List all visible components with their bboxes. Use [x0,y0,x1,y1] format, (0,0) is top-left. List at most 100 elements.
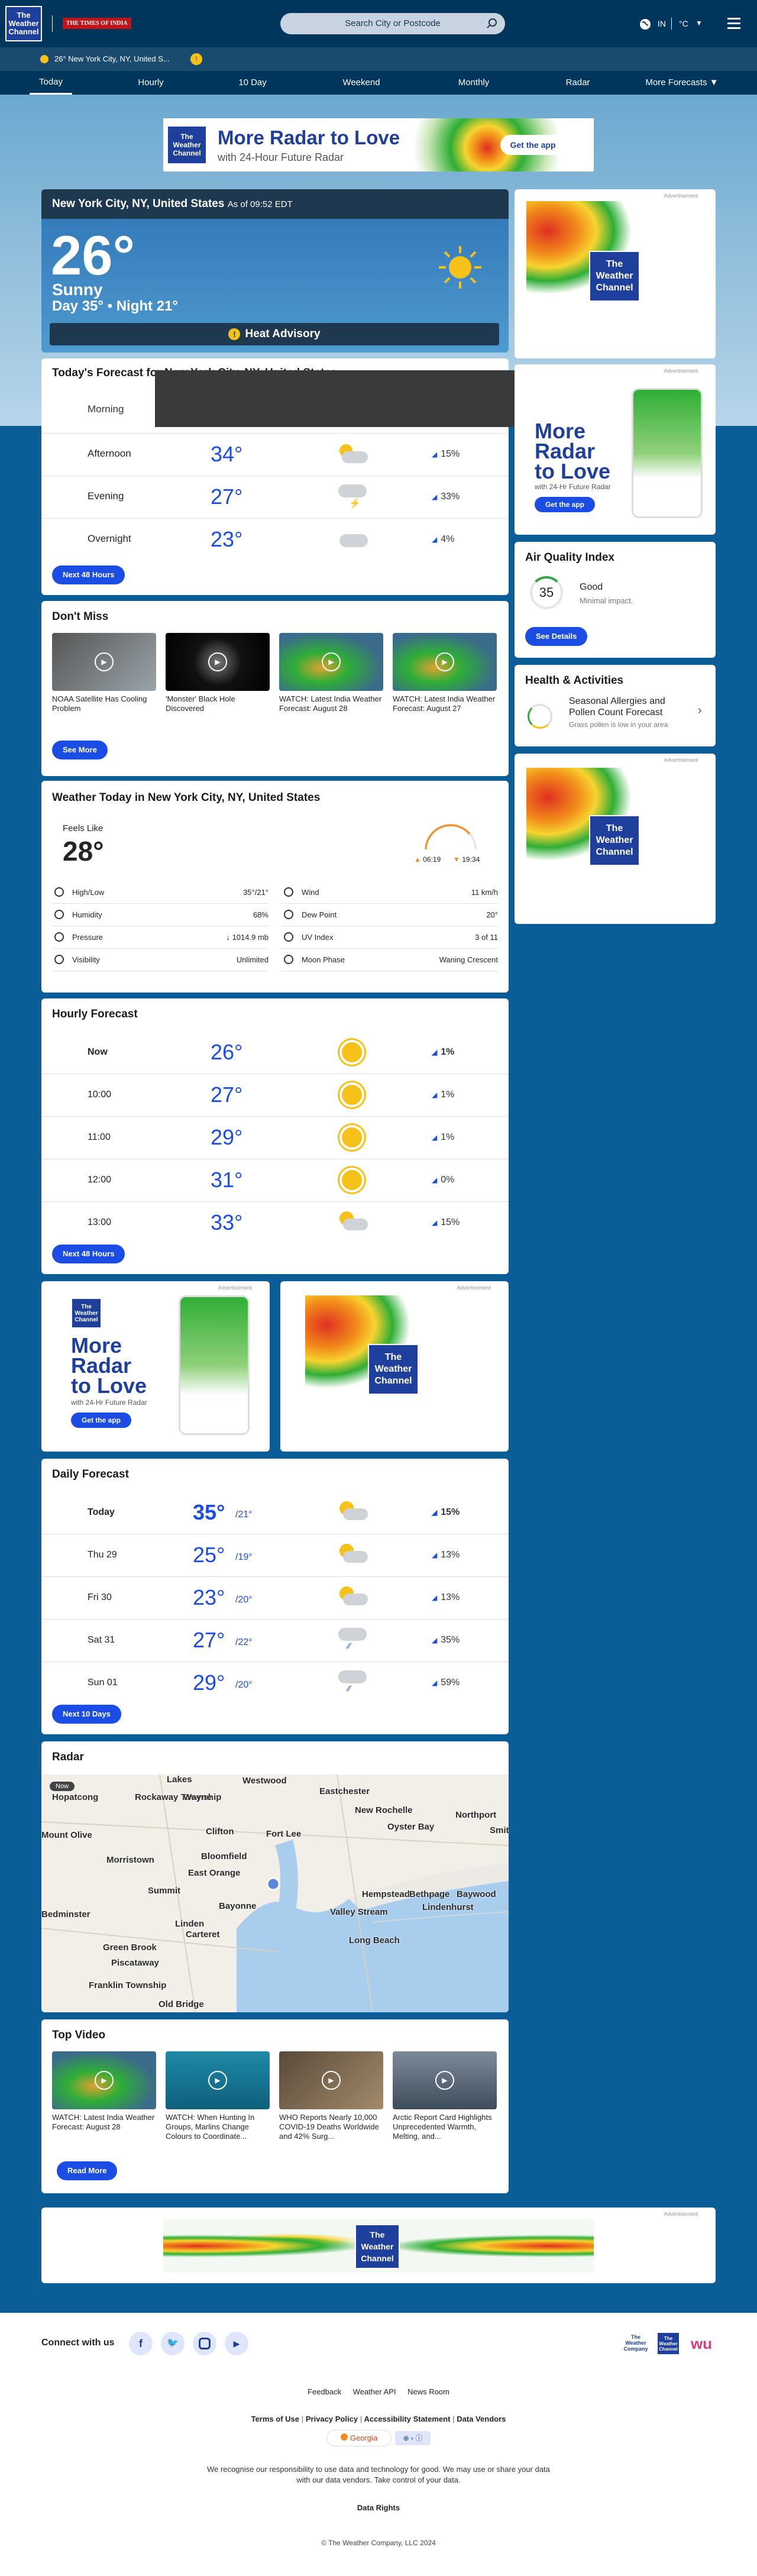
hourly-row[interactable]: 13:00 33° ◢ 15% [41,1202,509,1245]
hourly-row[interactable]: 11:00 29° ◢ 1% [41,1117,509,1159]
ad-label: Advertisement [664,193,698,199]
hourly-forecast-card: Hourly Forecast Now 26° ◢ 1% 10:00 27° ◢ 1% 11:0… [41,998,509,1274]
detail-row: Pressure ↓ 1014.9 mb [52,926,268,949]
daily-row[interactable]: Sat 31 27° /22° ⁄⁄ ◢ 35% [41,1620,509,1662]
tab-radar[interactable]: Radar [558,71,597,95]
accessibility-link[interactable]: Accessibility Statement [364,2415,450,2423]
get-app-button[interactable]: Get the app [500,135,565,155]
chevron-down-icon[interactable]: ▼ [695,19,703,27]
video-card[interactable]: ▶ 'Monster' Black Hole Discovered [166,633,270,713]
twitter-icon[interactable]: 🐦 [161,2332,185,2355]
daily-row[interactable]: Today 35° /21° ◢ 15% [41,1492,509,1534]
side-ad-1[interactable]: Advertisement The Weather Channel [515,189,716,358]
banner-ad[interactable]: The Weather Channel More Radar to Love w… [163,118,594,172]
instagram-icon[interactable] [193,2332,216,2355]
chevron-right-icon[interactable]: › [698,704,702,717]
daily-row[interactable]: Fri 30 23° /20° ◢ 13% [41,1577,509,1620]
ad-subtitle: with 24-Hour Future Radar [218,151,344,163]
radar-map[interactable]: Now Lakes Westwood Hopatcong Rockaway Towns… [41,1775,509,2012]
partly-cloudy-icon [336,1543,369,1569]
sun-icon [40,55,48,63]
daily-row[interactable]: Sun 01 29° /20° ⁄⁄ ◢ 59% [41,1662,509,1705]
twc-logo[interactable]: The Weather Channel [656,2332,680,2355]
tab-monthly[interactable]: Monthly [448,71,499,95]
video-card[interactable]: ▶ WATCH: Latest India Weather Forecast: … [279,633,383,713]
sun-icon [438,245,483,290]
data-vendors-link[interactable]: Data Vendors [457,2415,506,2423]
tab-today[interactable]: Today [30,71,72,95]
tab-weekend[interactable]: Weekend [337,71,386,95]
recent-location[interactable]: 26° New York City, NY, United S... [40,53,170,66]
unit-toggle[interactable]: °C [679,19,688,28]
twc-company-logo[interactable]: The Weather Company [622,2334,649,2355]
accessibility-badge[interactable]: ⊕ › ⓘ [395,2431,431,2445]
search-input[interactable]: Search City or Postcode [280,13,505,34]
day-high: 23° [193,1585,225,1609]
side-ad-3[interactable]: Advertisement The Weather Channel [515,754,716,924]
partner-logo[interactable]: THE TIMES OF INDIA [63,18,131,29]
weather-api-link[interactable]: Weather API [353,2387,396,2396]
feedback-link[interactable]: Feedback [308,2387,341,2396]
forecast-row-overnight[interactable]: Overnight 23° ◢ 4% [41,518,509,561]
detail-value: 35°/21° [243,888,268,897]
next-48-hours-button[interactable]: Next 48 Hours [52,565,125,584]
terms-link[interactable]: Terms of Use [251,2415,299,2423]
sunset-icon: ▼ [453,855,462,864]
side-ad-2[interactable]: Advertisement More Radar to Love with 24-H… [515,364,716,535]
forecast-row-afternoon[interactable]: Afternoon 34° ◢ 15% [41,433,509,476]
daily-row[interactable]: Thu 29 25° /19° ◢ 13% [41,1534,509,1577]
heat-advisory-alert[interactable]: ! Heat Advisory [50,323,499,345]
day-low: /22° [235,1637,253,1647]
see-more-button[interactable]: See More [52,741,108,759]
detail-value: Waning Crescent [439,955,498,964]
video-card[interactable]: ▶ WATCH: Latest India Weather Forecast: … [52,2051,156,2132]
video-card[interactable]: ▶ WATCH: When Hunting In Groups, Marlins… [166,2051,270,2141]
globe-icon[interactable] [639,18,652,34]
tab-hourly[interactable]: Hourly [130,71,172,95]
hourly-row[interactable]: 12:00 31° ◢ 0% [41,1159,509,1202]
hour-label: Now [88,1047,108,1057]
twc-logo[interactable]: The Weather Channel [5,6,42,41]
forecast-row-morning[interactable]: Morning [88,403,124,415]
play-icon: ▶ [95,2071,114,2090]
next-48-hours-button[interactable]: Next 48 Hours [52,1245,125,1263]
hamburger-menu-icon[interactable] [727,18,740,29]
video-card[interactable]: ▶ WATCH: Latest India Weather Forecast: … [393,633,497,713]
data-rights-link[interactable]: Data Rights [0,2503,757,2512]
hour-temp: 29° [211,1125,243,1149]
ad-title: More Radar to Love [218,127,400,148]
facebook-icon[interactable]: f [129,2332,153,2355]
hour-label: 11:00 [88,1132,111,1142]
read-more-button[interactable]: Read More [57,2161,118,2180]
news-room-link[interactable]: News Room [407,2387,449,2396]
see-details-button[interactable]: See Details [525,627,588,646]
mid-ad-2[interactable]: Advertisement The Weather Channel [280,1281,509,1452]
play-icon: ▶ [208,2071,227,2090]
get-app-button[interactable]: Get the app [535,497,596,512]
search-icon[interactable] [486,18,498,30]
hourly-row[interactable]: 10:00 27° ◢ 1% [41,1074,509,1117]
precip-chance: ◢ 59% [432,1678,460,1688]
video-card[interactable]: ▶ NOAA Satellite Has Cooling Problem [52,633,156,713]
tab-10-day[interactable]: 10 Day [232,71,273,95]
allergy-link[interactable]: Seasonal Allergies and Pollen Count Fore… [569,696,687,718]
day-label: Sat 31 [88,1635,115,1645]
video-card[interactable]: ▶ WHO Reports Nearly 10,000 COVID-19 Dea… [279,2051,383,2141]
tab-more-forecasts[interactable]: More Forecasts ▼ [638,71,726,95]
hourly-row[interactable]: Now 26° ◢ 1% [41,1032,509,1074]
wu-logo[interactable]: wu [686,2333,717,2354]
video-card[interactable]: ▶ Arctic Report Card Highlights Unpreced… [393,2051,497,2141]
privacy-link[interactable]: Privacy Policy [306,2415,358,2423]
get-app-button[interactable]: Get the app [71,1413,132,1428]
region-label[interactable]: IN [658,19,666,28]
raindrop-icon: ◢ [432,1091,438,1099]
bottom-ad[interactable]: Advertisement The Weather Channel [41,2207,716,2283]
ad-label: Advertisement [457,1285,491,1291]
georgia-badge[interactable]: Georgia [326,2430,392,2446]
next-10-days-button[interactable]: Next 10 Days [52,1705,121,1724]
cloudy-icon [336,531,369,548]
detail-label: Moon Phase [302,955,345,964]
youtube-icon[interactable]: ▶ [225,2332,248,2355]
mid-ad-1[interactable]: Advertisement The Weather Channel More Ra… [41,1281,270,1452]
forecast-row-evening[interactable]: Evening 27° ⚡ ◢ 33% [41,476,509,518]
